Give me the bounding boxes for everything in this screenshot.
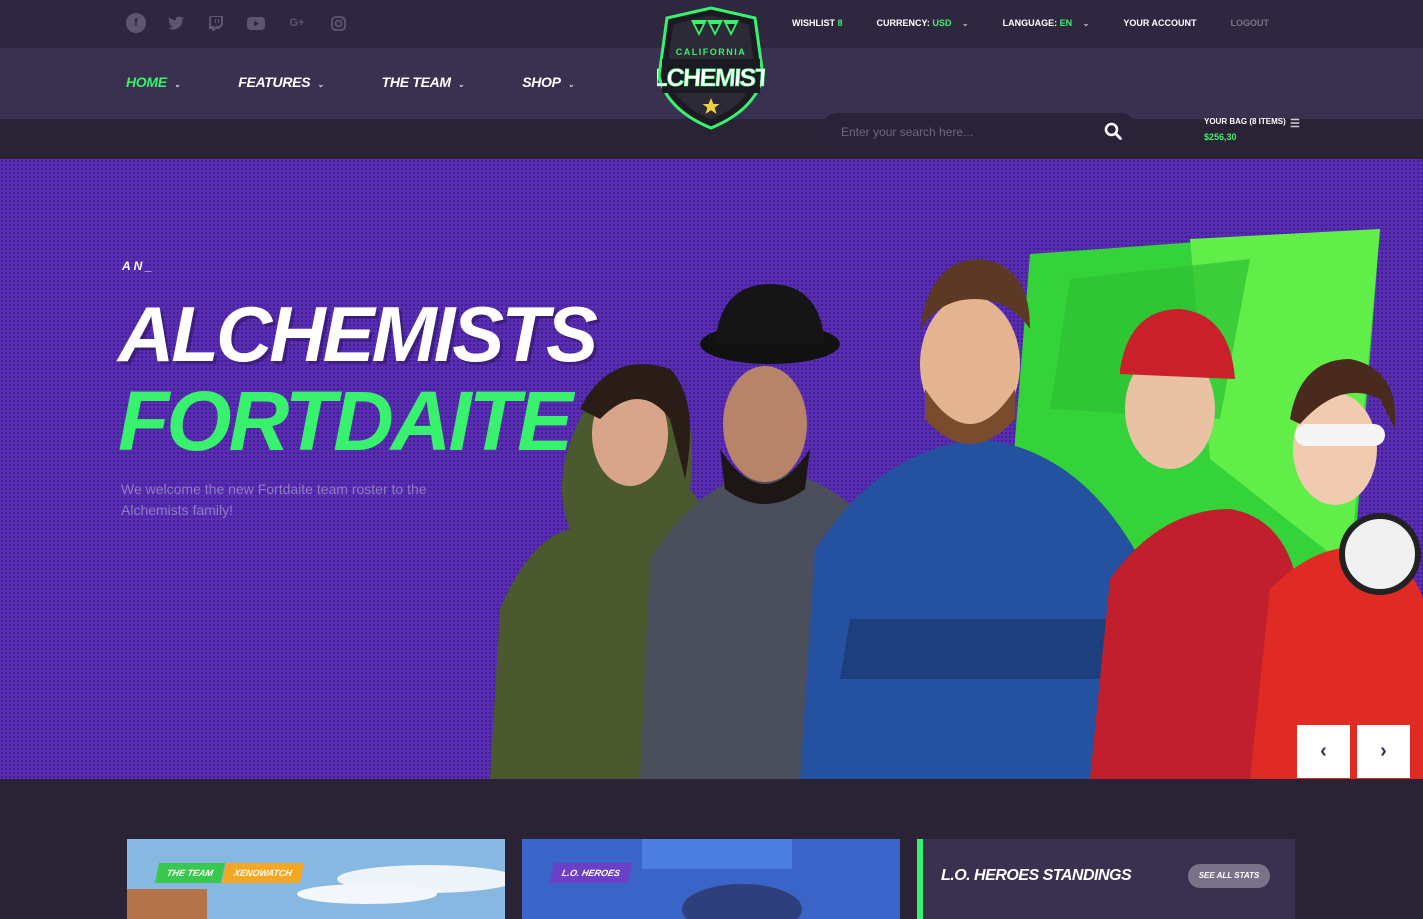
team-logo[interactable]: CALIFORNIA ALCHEMISTS (657, 6, 765, 130)
category-badge[interactable]: L.O. HEROES (549, 863, 633, 883)
chevron-down-icon: ⌄ (173, 80, 181, 89)
search-icon[interactable] (1104, 122, 1122, 140)
see-all-stats-button[interactable]: SEE ALL STATS (1188, 864, 1270, 888)
language-select[interactable]: LANGUAGE: EN ⌄ (1003, 18, 1090, 28)
instagram-icon[interactable] (328, 13, 348, 33)
category-badge[interactable]: THE TEAM (154, 863, 226, 883)
nav-item-team[interactable]: THE TEAM ⌄ (382, 74, 465, 90)
nav-item-features[interactable]: FEATURES ⌄ (238, 74, 324, 90)
slider-next-button[interactable]: › (1357, 725, 1410, 778)
chevron-down-icon: ⌄ (567, 80, 575, 89)
chevron-down-icon: ⌄ (961, 19, 969, 28)
facebook-icon[interactable]: f (126, 13, 146, 33)
hero-subtitle: We welcome the new Fortdaite team roster… (121, 481, 427, 518)
hero-eyebrow: AN_ (122, 259, 156, 273)
currency-value: USD (932, 18, 952, 28)
post-card-heroes[interactable]: L.O. HEROES (522, 839, 900, 919)
shopping-bag[interactable]: YOUR BAG (8 ITEMS) $256,30 ☰ (1204, 117, 1300, 142)
bag-price: $256,30 (1204, 132, 1237, 142)
currency-select[interactable]: CURRENCY: USD ⌄ (876, 18, 968, 28)
accent-bar (917, 839, 923, 919)
chevron-down-icon: ⌄ (1082, 19, 1090, 28)
wishlist-label: WISHLIST (791, 18, 835, 28)
chevron-left-icon: ‹ (1320, 740, 1327, 762)
menu-icon[interactable]: ☰ (1290, 117, 1300, 130)
category-badge[interactable]: XENOWATCH (221, 863, 304, 883)
currency-label: CURRENCY: (876, 18, 930, 28)
logo-top-text: CALIFORNIA (676, 47, 747, 57)
youtube-icon[interactable] (246, 13, 266, 33)
nav-label: HOME (126, 74, 167, 90)
search-input[interactable]: Enter your search here... (841, 125, 973, 139)
google-plus-icon[interactable]: G+ (286, 13, 308, 33)
chevron-down-icon: ⌄ (457, 80, 465, 89)
nav-label: THE TEAM (381, 74, 451, 90)
slider-prev-button[interactable]: ‹ (1297, 725, 1350, 778)
chevron-right-icon: › (1380, 740, 1387, 762)
language-label: LANGUAGE: (1002, 18, 1058, 28)
social-links: f G+ (126, 13, 348, 33)
nav-label: SHOP (522, 74, 561, 90)
logout-link[interactable]: LOGOUT (1231, 18, 1270, 28)
nav-item-home[interactable]: HOME ⌄ (126, 74, 181, 90)
top-links: WISHLIST 8 CURRENCY: USD ⌄ LANGUAGE: EN … (792, 18, 1269, 28)
wishlist-count: 8 (837, 18, 843, 28)
hero-slider: AN_ ALCHEMISTS FORTDAITE We welcome the … (0, 159, 1423, 779)
nav-label: FEATURES (238, 74, 311, 90)
twitter-icon[interactable] (166, 13, 186, 33)
search-bar[interactable]: Enter your search here... (820, 113, 1138, 150)
standings-widget: L.O. HEROES STANDINGS SEE ALL STATS (917, 839, 1295, 919)
bag-label: YOUR BAG (8 ITEMS) (1204, 117, 1286, 126)
chevron-down-icon: ⌄ (317, 80, 324, 89)
wishlist-link[interactable]: WISHLIST 8 (792, 18, 843, 28)
team-roster-photo (490, 229, 1423, 779)
hero-title: ALCHEMISTS (118, 290, 598, 378)
standings-title: L.O. HEROES STANDINGS (941, 867, 1132, 884)
main-nav: HOME ⌄ FEATURES ⌄ THE TEAM ⌄ SHOP ⌄ (126, 74, 632, 90)
post-card-team[interactable]: THE TEAM XENOWATCH (127, 839, 505, 919)
twitch-icon[interactable] (206, 13, 226, 33)
logo-main-text: ALCHEMISTS (657, 64, 765, 92)
nav-item-shop[interactable]: SHOP ⌄ (522, 74, 574, 90)
account-link[interactable]: YOUR ACCOUNT (1123, 18, 1196, 28)
hero-title-highlight: FORTDAITE (118, 374, 573, 468)
language-value: EN (1059, 18, 1073, 28)
